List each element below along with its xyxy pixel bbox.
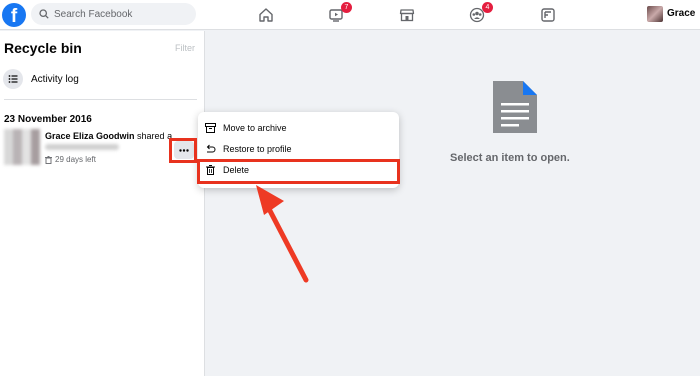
menu-item-label: Move to archive bbox=[223, 122, 287, 133]
search-icon bbox=[39, 9, 49, 19]
facebook-logo[interactable]: f bbox=[2, 3, 26, 27]
document-icon bbox=[493, 81, 537, 133]
recycle-bin-sidebar: Recycle bin Filter Activity log 23 Novem… bbox=[0, 31, 205, 376]
post-retention: 29 days left bbox=[45, 155, 96, 164]
days-left-text: 29 days left bbox=[55, 155, 96, 164]
nav-marketplace[interactable] bbox=[397, 5, 417, 25]
activity-log-link[interactable]: Activity log bbox=[3, 69, 79, 89]
menu-item-label: Restore to profile bbox=[223, 143, 292, 154]
top-navigation-bar: f 7 4 Grace bbox=[0, 0, 700, 30]
restore-icon bbox=[206, 144, 216, 152]
search-input[interactable] bbox=[54, 8, 184, 20]
post-author: Grace Eliza Goodwin bbox=[45, 131, 135, 141]
groups-badge: 4 bbox=[482, 2, 493, 13]
nav-groups[interactable]: 4 bbox=[467, 2, 493, 25]
post-blurred-details bbox=[45, 144, 119, 150]
marketplace-icon bbox=[399, 9, 415, 22]
watch-badge: 7 bbox=[341, 2, 352, 13]
trash-icon bbox=[45, 155, 52, 164]
date-header: 23 November 2016 bbox=[4, 114, 92, 125]
profile-name[interactable]: Grace bbox=[667, 8, 695, 19]
page-title: Recycle bin bbox=[4, 40, 82, 56]
list-icon bbox=[3, 69, 23, 89]
gaming-icon bbox=[541, 8, 555, 22]
highlight-more-button bbox=[169, 138, 197, 163]
profile-avatar[interactable] bbox=[647, 6, 663, 22]
menu-item-move-to-archive[interactable]: Move to archive bbox=[198, 117, 399, 138]
divider bbox=[4, 99, 197, 100]
post-thumbnail[interactable] bbox=[4, 129, 40, 165]
home-icon bbox=[259, 8, 273, 22]
highlight-delete-option bbox=[197, 159, 400, 184]
archive-icon bbox=[205, 122, 216, 133]
post-summary[interactable]: Grace Eliza Goodwin shared a link. bbox=[45, 131, 175, 141]
activity-log-label: Activity log bbox=[31, 73, 79, 85]
nav-gaming[interactable] bbox=[538, 5, 558, 25]
nav-watch[interactable]: 7 bbox=[326, 2, 352, 25]
annotation-arrow bbox=[256, 185, 309, 283]
menu-item-restore-to-profile[interactable]: Restore to profile bbox=[198, 138, 399, 159]
empty-state-message: Select an item to open. bbox=[450, 152, 570, 164]
search-bar[interactable] bbox=[31, 3, 196, 25]
nav-home[interactable] bbox=[256, 5, 276, 25]
filter-button[interactable]: Filter bbox=[175, 43, 195, 53]
